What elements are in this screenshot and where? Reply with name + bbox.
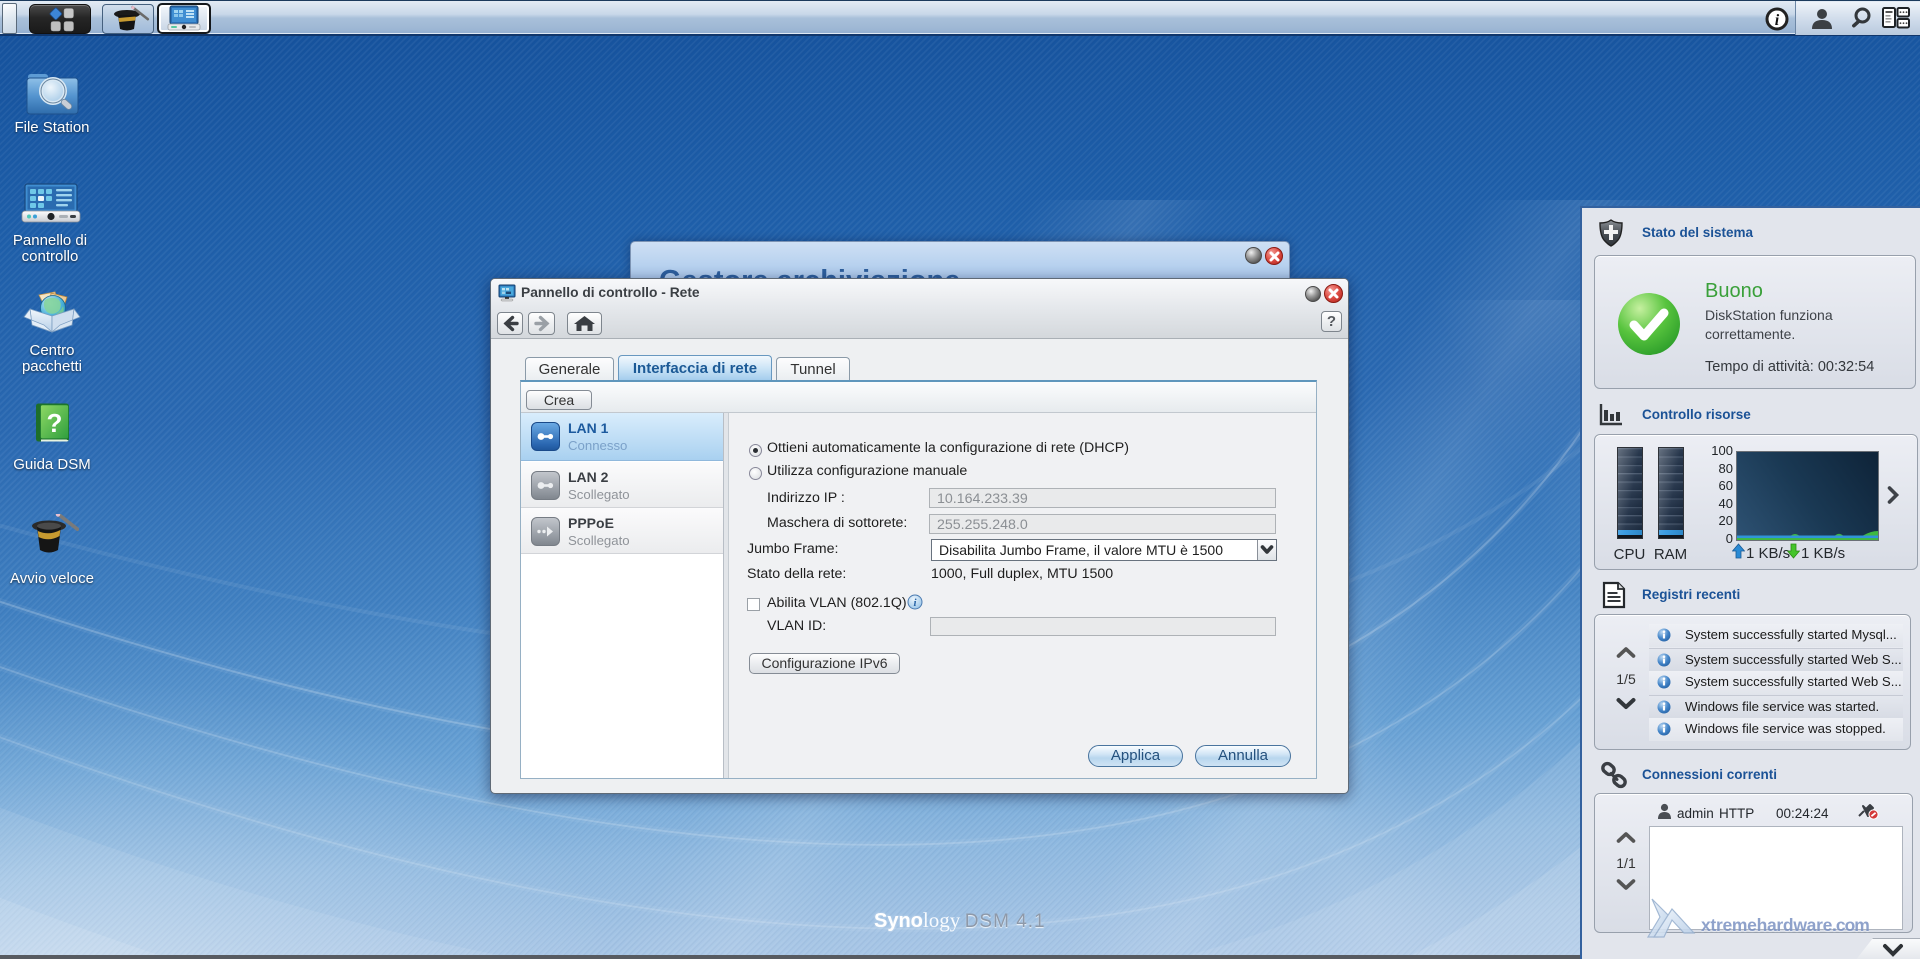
svg-text:i: i bbox=[1775, 12, 1780, 29]
svg-text:?: ? bbox=[47, 408, 63, 438]
